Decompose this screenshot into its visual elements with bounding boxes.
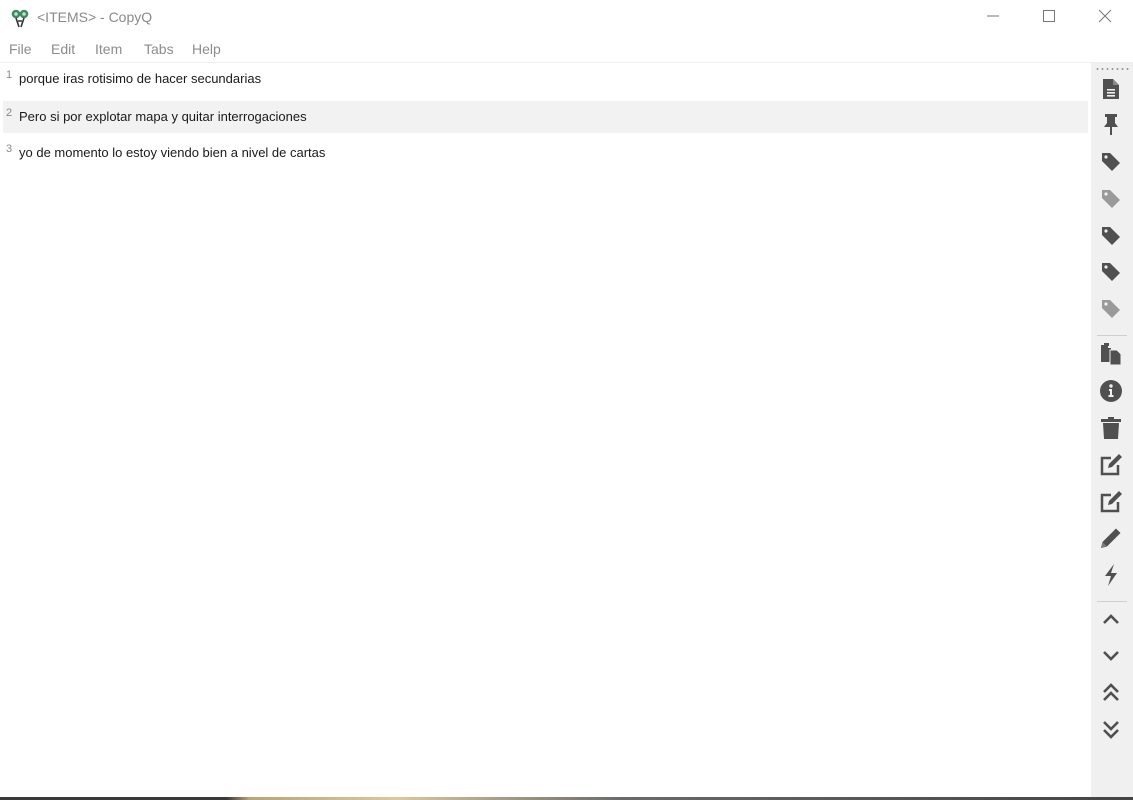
- action-button[interactable]: [1095, 561, 1127, 593]
- new-item-icon: [1101, 78, 1121, 105]
- edit-external-button[interactable]: [1095, 488, 1127, 520]
- bolt-icon: [1101, 563, 1121, 592]
- toolbar-separator: [1097, 335, 1127, 336]
- pin-button[interactable]: [1095, 111, 1127, 143]
- pencil-icon: [1099, 526, 1123, 555]
- new-item-button[interactable]: [1095, 75, 1127, 107]
- close-icon: [1098, 9, 1112, 28]
- copyq-logo-icon: [10, 8, 30, 28]
- move-up-button[interactable]: [1095, 605, 1127, 637]
- maximize-icon: [1042, 9, 1056, 28]
- list-item[interactable]: 1 porque iras rotisimo de hacer secundar…: [3, 63, 1088, 95]
- pin-icon: [1101, 113, 1121, 142]
- delete-button[interactable]: [1095, 414, 1127, 446]
- double-chevron-up-icon: [1101, 682, 1121, 709]
- info-icon: [1099, 379, 1123, 408]
- tag-button-5[interactable]: [1095, 295, 1127, 327]
- tag-button-2[interactable]: [1095, 185, 1127, 217]
- tag-button-1[interactable]: [1095, 148, 1127, 180]
- chevron-down-icon: [1101, 649, 1121, 668]
- tag-icon: [1100, 151, 1122, 178]
- tag-light-icon: [1100, 188, 1122, 215]
- menu-item[interactable]: Item: [95, 41, 122, 57]
- menu-file[interactable]: File: [9, 41, 32, 57]
- menu-bar: File Edit Item Tabs Help: [0, 36, 1133, 63]
- tag-icon: [1100, 225, 1122, 252]
- list-item[interactable]: 3 yo de momento lo estoy viendo bien a n…: [3, 137, 1088, 169]
- menu-tabs[interactable]: Tabs: [144, 41, 174, 57]
- tag-button-4[interactable]: [1095, 258, 1127, 290]
- double-chevron-down-icon: [1101, 718, 1121, 745]
- edit-button[interactable]: [1095, 451, 1127, 483]
- info-button[interactable]: [1095, 377, 1127, 409]
- item-text: porque iras rotisimo de hacer secundaria…: [19, 71, 262, 86]
- title-bar: <ITEMS> - CopyQ: [0, 0, 1133, 36]
- toolbar-grip-handle[interactable]: [1095, 67, 1129, 71]
- maximize-button[interactable]: [1026, 0, 1072, 36]
- copy-button[interactable]: [1095, 340, 1127, 372]
- menu-help[interactable]: Help: [192, 41, 221, 57]
- move-to-top-button[interactable]: [1095, 679, 1127, 711]
- move-to-bottom-button[interactable]: [1095, 715, 1127, 747]
- item-text: yo de momento lo estoy viendo bien a niv…: [19, 145, 326, 160]
- item-text: Pero si por explotar mapa y quitar inter…: [19, 109, 307, 124]
- chevron-up-icon: [1101, 612, 1121, 631]
- edit-notes-button[interactable]: [1095, 524, 1127, 556]
- minimize-button[interactable]: [970, 0, 1016, 36]
- trash-icon: [1100, 416, 1122, 445]
- tag-light-icon: [1100, 298, 1122, 325]
- edit-icon: [1099, 453, 1123, 482]
- tag-button-3[interactable]: [1095, 222, 1127, 254]
- clipboard-item-list[interactable]: 1 porque iras rotisimo de hacer secundar…: [0, 63, 1090, 798]
- minimize-icon: [986, 9, 1000, 28]
- tag-icon: [1100, 261, 1122, 288]
- window-title: <ITEMS> - CopyQ: [37, 9, 153, 25]
- item-number: 3: [6, 143, 13, 155]
- move-down-button[interactable]: [1095, 642, 1127, 674]
- copy-icon: [1099, 342, 1123, 371]
- edit-external-icon: [1099, 490, 1123, 519]
- close-button[interactable]: [1082, 0, 1128, 36]
- item-number: 1: [6, 69, 13, 81]
- list-item-selected[interactable]: 2 Pero si por explotar mapa y quitar int…: [3, 101, 1088, 133]
- item-toolbar: [1091, 63, 1133, 798]
- menu-edit[interactable]: Edit: [51, 41, 75, 57]
- item-number: 2: [6, 107, 13, 119]
- toolbar-separator: [1097, 601, 1127, 602]
